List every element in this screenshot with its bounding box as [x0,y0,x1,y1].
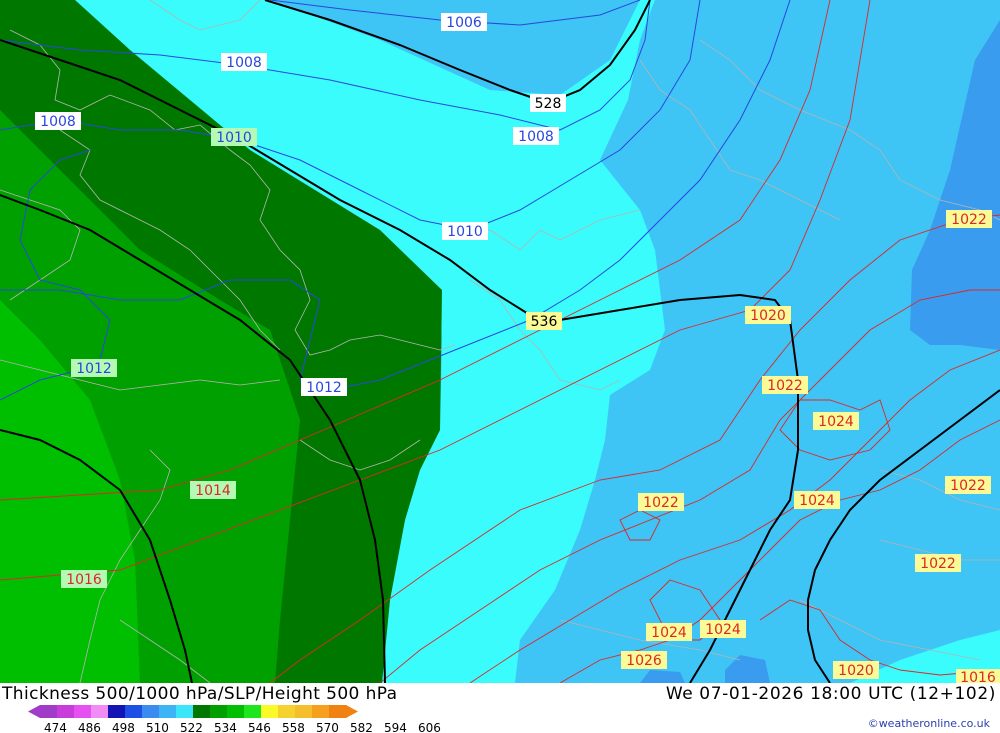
label-1008-b: 1008 [35,112,81,130]
legend-swatch [125,705,143,718]
label-1020-a: 1020 [745,306,791,324]
map-title: Thickness 500/1000 hPa/SLP/Height 500 hP… [2,684,398,704]
label-1006: 1006 [441,13,487,31]
legend-swatch [91,705,109,718]
legend-tick-label: 546 [248,721,271,733]
label-1020-b: 1020 [833,661,879,679]
svg-text:1006: 1006 [446,15,482,31]
svg-text:1010: 1010 [216,130,252,146]
legend-swatch [108,705,126,718]
label-1022-c: 1022 [638,493,684,511]
svg-text:1016: 1016 [66,572,102,588]
legend-tick-label: 558 [282,721,305,733]
legend-swatch [142,705,160,718]
svg-text:1020: 1020 [750,308,786,324]
svg-text:1008: 1008 [518,129,554,145]
footer: Thickness 500/1000 hPa/SLP/Height 500 hP… [0,683,1000,733]
label-1008-a: 1008 [221,53,267,71]
legend-tick-label: 570 [316,721,339,733]
label-1024-b: 1024 [794,491,840,509]
label-1022-b: 1022 [762,376,808,394]
legend-tick-label: 486 [78,721,101,733]
svg-text:1012: 1012 [306,380,342,396]
svg-text:1022: 1022 [920,556,956,572]
legend-swatch [176,705,194,718]
legend-swatch [57,705,75,718]
label-1012-b: 1012 [301,378,347,396]
legend-tick-label: 522 [180,721,203,733]
legend-swatch [193,705,211,718]
svg-text:1012: 1012 [76,361,112,377]
legend-swatch [227,705,245,718]
svg-text:1022: 1022 [643,495,679,511]
legend-swatch [278,705,296,718]
svg-text:1024: 1024 [705,622,741,638]
legend-arrow-left [28,705,40,718]
svg-text:1026: 1026 [626,653,662,669]
legend-tick-label: 606 [418,721,441,733]
label-1016: 1016 [61,570,107,588]
label-1024-a: 1024 [813,412,859,430]
label-1026: 1026 [621,651,667,669]
svg-text:1022: 1022 [767,378,803,394]
legend-swatch [74,705,92,718]
legend-swatch [40,705,58,718]
legend-swatch [244,705,262,718]
weather-map: 1006 1008 1008 1008 1010 1010 1012 1012 … [0,0,1000,683]
legend-tick-label: 498 [112,721,135,733]
svg-text:1016: 1016 [960,670,996,683]
color-legend: 474 486 498 510 522 534 546 558 570 582 594 606 [28,705,441,733]
label-1024-d: 1024 [700,620,746,638]
svg-text:528: 528 [535,96,562,112]
label-1022-d: 1022 [945,476,991,494]
svg-text:1024: 1024 [818,414,854,430]
svg-text:1010: 1010 [447,224,483,240]
label-1022-a: 1022 [946,210,992,228]
label-1012-a: 1012 [71,359,117,377]
svg-text:1008: 1008 [40,114,76,130]
svg-text:1014: 1014 [195,483,231,499]
legend-tick-label: 594 [384,721,407,733]
svg-text:1020: 1020 [838,663,874,679]
label-1024-c: 1024 [646,623,692,641]
legend-swatch [210,705,228,718]
legend-tick-label: 510 [146,721,169,733]
label-1010-b: 1010 [442,222,488,240]
legend-swatch [295,705,313,718]
legend-tick-label: 534 [214,721,237,733]
legend-swatch [329,705,347,718]
label-1016-b: 1016 [956,669,1000,683]
label-1010-a: 1010 [211,128,257,146]
legend-swatch [159,705,177,718]
legend-arrow-right [346,705,358,718]
label-536: 536 [526,312,562,330]
svg-text:536: 536 [531,314,558,330]
label-1014: 1014 [190,481,236,499]
label-528: 528 [530,94,566,112]
svg-text:1022: 1022 [950,478,986,494]
svg-text:1008: 1008 [226,55,262,71]
svg-text:1022: 1022 [951,212,987,228]
svg-text:1024: 1024 [651,625,687,641]
map-datetime: We 07-01-2026 18:00 UTC (12+102) [665,684,996,704]
label-1022-e: 1022 [915,554,961,572]
legend-swatch [261,705,279,718]
legend-swatch [312,705,330,718]
legend-tick-label: 582 [350,721,373,733]
label-1008-c: 1008 [513,127,559,145]
legend-tick-label: 474 [44,721,67,733]
credit-link[interactable]: ©weatheronline.co.uk [868,717,990,730]
svg-text:1024: 1024 [799,493,835,509]
